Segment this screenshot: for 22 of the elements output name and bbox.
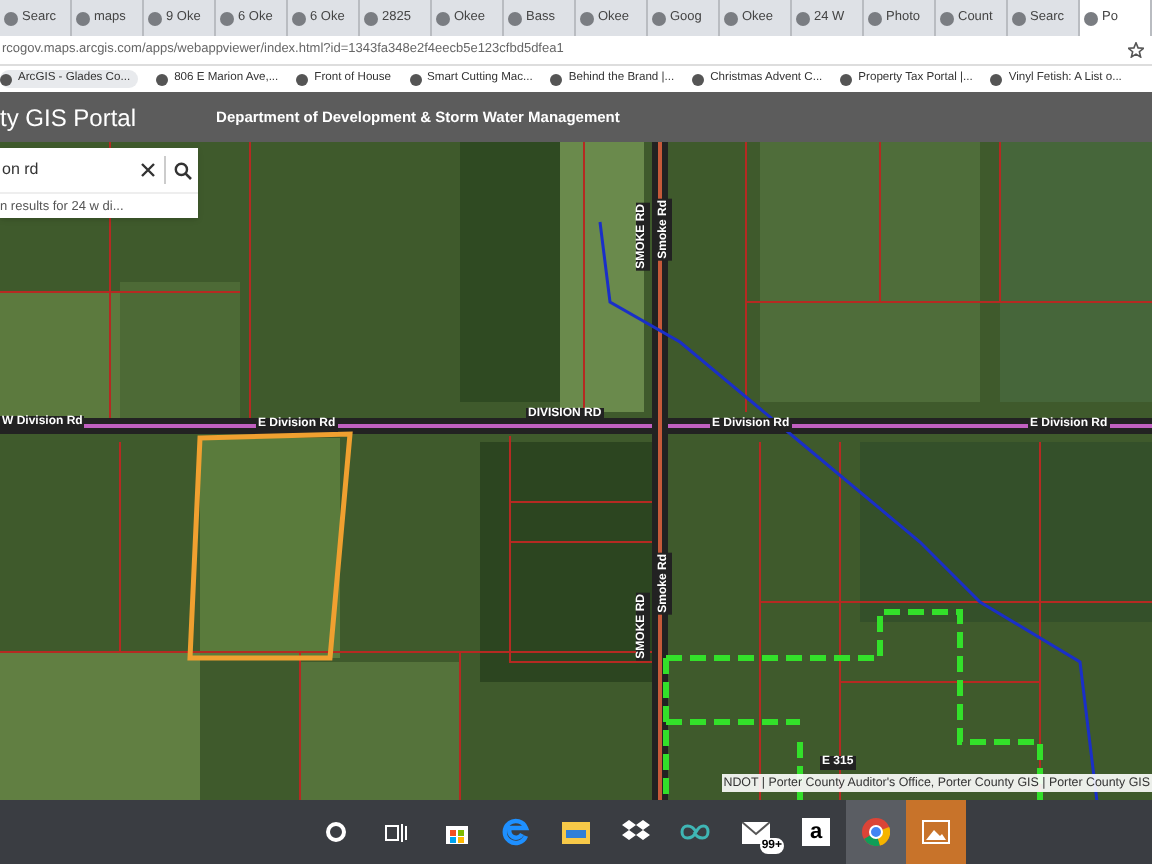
close-icon[interactable] — [140, 162, 156, 178]
site-icon — [840, 73, 853, 85]
search-field[interactable]: on rd — [0, 158, 134, 182]
site-icon — [692, 73, 705, 85]
site-icon — [550, 73, 563, 85]
star-icon[interactable] — [1128, 42, 1144, 58]
site-icon — [0, 73, 12, 85]
search-icon[interactable] — [174, 161, 192, 179]
site-icon — [990, 73, 1003, 85]
app-title: ty GIS Portal — [0, 101, 137, 135]
taskbar-app-button[interactable]: a — [786, 800, 846, 864]
site-icon — [296, 73, 309, 85]
chrome-icon — [862, 818, 890, 846]
task-view-icon — [384, 821, 408, 843]
infinity-icon — [680, 824, 712, 840]
mountain-picture-icon — [922, 820, 950, 844]
e-logo-icon — [502, 818, 530, 846]
site-icon — [156, 73, 169, 85]
amazon-tile: a — [802, 818, 830, 846]
folder-icon — [562, 820, 590, 844]
envelope-icon — [742, 821, 770, 843]
site-icon — [409, 73, 422, 85]
